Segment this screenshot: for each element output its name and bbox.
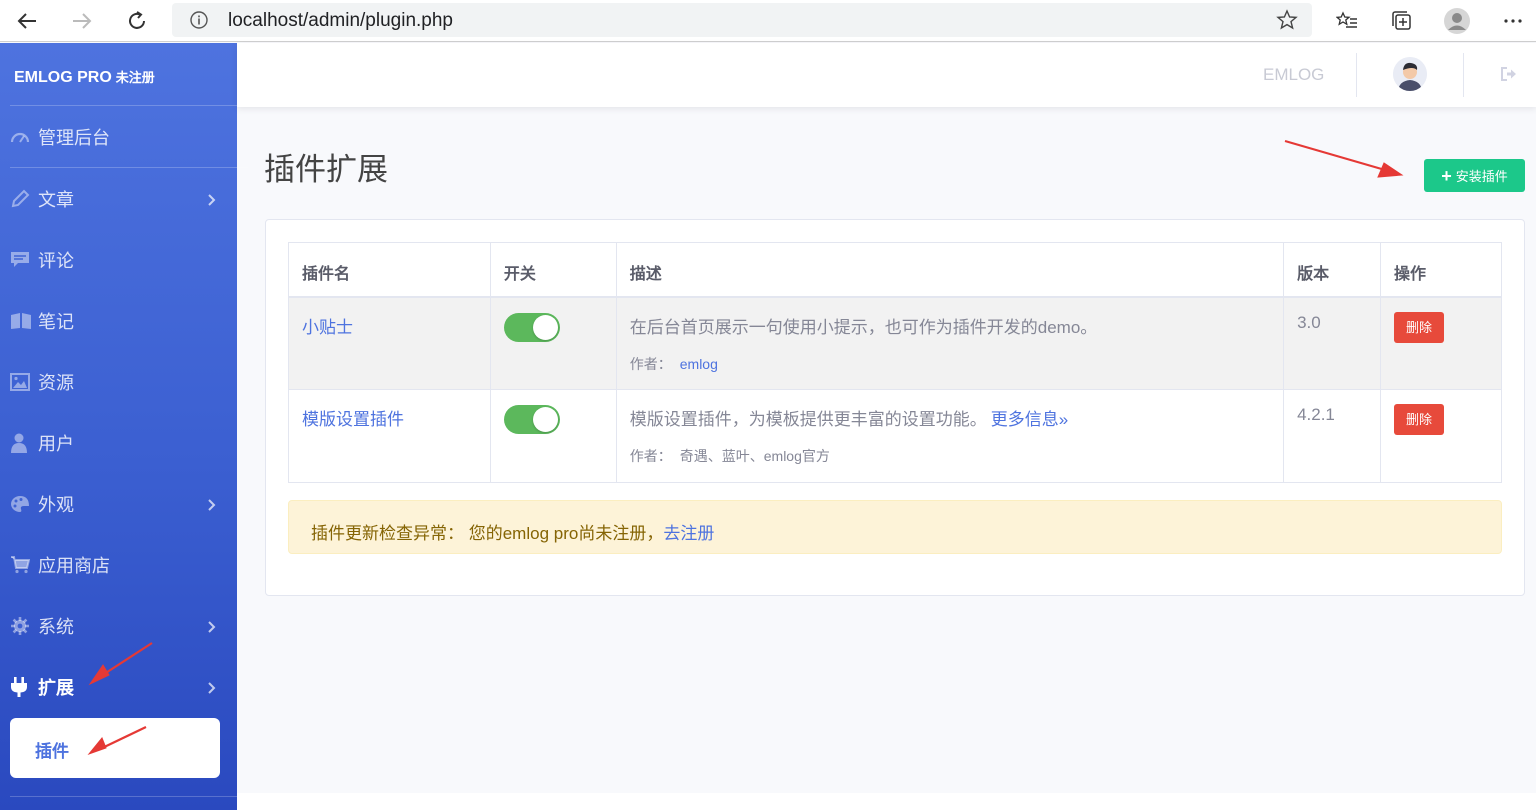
sidebar-subitem-plugins[interactable]: 插件 xyxy=(10,718,220,778)
toggle-knob xyxy=(532,407,558,432)
sidebar-item-label: 系统 xyxy=(38,617,74,637)
update-check-alert: 插件更新检查异常： 您的emlog pro尚未注册，去注册 xyxy=(288,500,1502,554)
plus-icon: + xyxy=(1441,165,1452,186)
more-info-link[interactable]: 更多信息» xyxy=(991,410,1068,429)
sidebar-item-label: 应用商店 xyxy=(38,556,110,576)
toggle-knob xyxy=(532,314,558,340)
logout-icon[interactable] xyxy=(1499,65,1517,87)
sidebar-item-label: 扩展 xyxy=(38,678,74,698)
sidebar-item-comments[interactable]: 评论 xyxy=(10,240,227,280)
favorites-icon[interactable] xyxy=(1332,6,1362,36)
install-plugin-label: 安装插件 xyxy=(1455,169,1508,184)
plugin-description: 模版设置插件，为模板提供更丰富的设置功能。 xyxy=(629,410,987,429)
sidebar-item-label: 管理后台 xyxy=(38,128,110,148)
author-link[interactable]: emlog xyxy=(680,356,718,372)
plugins-table: 插件名 开关 描述 版本 操作 小贴士 在后台首页展示一句使用小提示，也可作为插… xyxy=(288,242,1502,483)
top-navbar: EMLOG xyxy=(237,43,1536,107)
url-text: localhost/admin/plugin.php xyxy=(228,10,453,31)
install-plugin-button[interactable]: + 安装插件 xyxy=(1424,159,1525,192)
plugin-toggle[interactable] xyxy=(503,312,560,342)
collections-icon[interactable] xyxy=(1387,6,1417,36)
dashboard-icon xyxy=(10,127,36,147)
favorite-star-icon[interactable] xyxy=(1276,9,1298,35)
divider xyxy=(10,796,248,797)
comment-icon xyxy=(10,250,36,270)
author-label: 作者： xyxy=(629,448,672,464)
brand-status: 未注册 xyxy=(115,70,155,85)
sidebar-subitem-label: 插件 xyxy=(35,742,69,761)
image-icon xyxy=(10,372,36,392)
column-header: 插件名 xyxy=(288,242,491,298)
chevron-right-icon xyxy=(207,191,217,212)
divider xyxy=(10,105,248,106)
sidebar-item-label: 评论 xyxy=(38,251,74,271)
table-header-row: 插件名 开关 描述 版本 操作 xyxy=(288,242,1502,298)
avatar[interactable] xyxy=(1393,57,1427,91)
register-link[interactable]: 去注册 xyxy=(663,524,714,543)
chevron-right-icon xyxy=(207,496,217,517)
book-icon xyxy=(10,311,36,331)
pencil-icon xyxy=(10,189,36,209)
column-header: 版本 xyxy=(1283,242,1382,298)
sidebar-item-label: 资源 xyxy=(38,373,74,393)
sidebar-item-extensions[interactable]: 扩展 xyxy=(10,667,227,707)
profile-icon[interactable] xyxy=(1442,6,1472,36)
alert-text: 插件更新检查异常： 您的emlog pro尚未注册， xyxy=(311,524,664,543)
plugin-name-link[interactable]: 小贴士 xyxy=(302,318,353,337)
sidebar-item-label: 用户 xyxy=(38,434,74,454)
more-menu-icon[interactable] xyxy=(1498,6,1528,36)
address-bar[interactable]: localhost/admin/plugin.php xyxy=(172,3,1312,37)
chevron-right-icon xyxy=(207,679,217,700)
delete-button[interactable]: 删除 xyxy=(1394,311,1445,343)
delete-button[interactable]: 删除 xyxy=(1394,404,1445,435)
site-name-link[interactable]: EMLOG xyxy=(1263,65,1324,85)
page-title: 插件扩展 xyxy=(264,152,388,187)
palette-icon xyxy=(10,494,36,514)
divider xyxy=(10,167,248,168)
divider xyxy=(1356,53,1357,97)
cart-icon xyxy=(10,555,36,575)
author-label: 作者： xyxy=(629,355,672,372)
reload-icon[interactable] xyxy=(122,6,152,36)
brand-name: EMLOG PRO xyxy=(14,69,112,86)
back-icon[interactable] xyxy=(12,6,42,36)
plug-icon xyxy=(10,677,36,697)
user-icon xyxy=(10,433,36,453)
divider xyxy=(1463,53,1464,97)
chevron-right-icon xyxy=(207,618,217,639)
column-header: 描述 xyxy=(615,242,1285,298)
footer-area xyxy=(237,793,1536,810)
sidebar-item-articles[interactable]: 文章 xyxy=(10,179,227,219)
forward-icon[interactable] xyxy=(67,6,97,36)
browser-toolbar: localhost/admin/plugin.php xyxy=(0,0,1536,42)
sidebar-item-notes[interactable]: 笔记 xyxy=(10,301,227,341)
gear-icon xyxy=(10,616,36,636)
sidebar-item-label: 笔记 xyxy=(38,312,74,332)
brand[interactable]: EMLOG PRO 未注册 xyxy=(14,67,155,87)
column-header: 开关 xyxy=(489,242,617,298)
plugin-version: 3.0 xyxy=(1297,312,1321,332)
sidebar-item-dashboard[interactable]: 管理后台 xyxy=(10,117,227,157)
plugin-description: 在后台首页展示一句使用小提示，也可作为插件开发的demo。 xyxy=(629,317,1098,337)
sidebar-item-label: 文章 xyxy=(38,190,74,210)
plugin-version: 4.2.1 xyxy=(1297,405,1335,424)
info-icon[interactable] xyxy=(190,11,208,33)
table-row: 模版设置插件 模版设置插件，为模板提供更丰富的设置功能。 更多信息» 作者： 奇遇、… xyxy=(288,389,1502,483)
plugin-name-link[interactable]: 模版设置插件 xyxy=(302,410,404,429)
sidebar: EMLOG PRO 未注册 管理后台 文章 评论 笔记 资源 用户 外观 应用商店 xyxy=(0,43,248,810)
plugin-toggle[interactable] xyxy=(503,405,560,434)
sidebar-item-appearance[interactable]: 外观 xyxy=(10,484,227,524)
author-name: 奇遇、蓝叶、emlog官方 xyxy=(679,448,830,464)
sidebar-item-system[interactable]: 系统 xyxy=(10,606,227,646)
sidebar-item-app-store[interactable]: 应用商店 xyxy=(10,545,227,585)
sidebar-item-label: 外观 xyxy=(38,495,74,515)
table-row: 小贴士 在后台首页展示一句使用小提示，也可作为插件开发的demo。 作者： eml… xyxy=(288,296,1502,390)
column-header: 操作 xyxy=(1380,242,1502,298)
annotation-arrow xyxy=(1284,139,1404,178)
sidebar-item-users[interactable]: 用户 xyxy=(10,423,227,463)
sidebar-item-resources[interactable]: 资源 xyxy=(10,362,227,402)
